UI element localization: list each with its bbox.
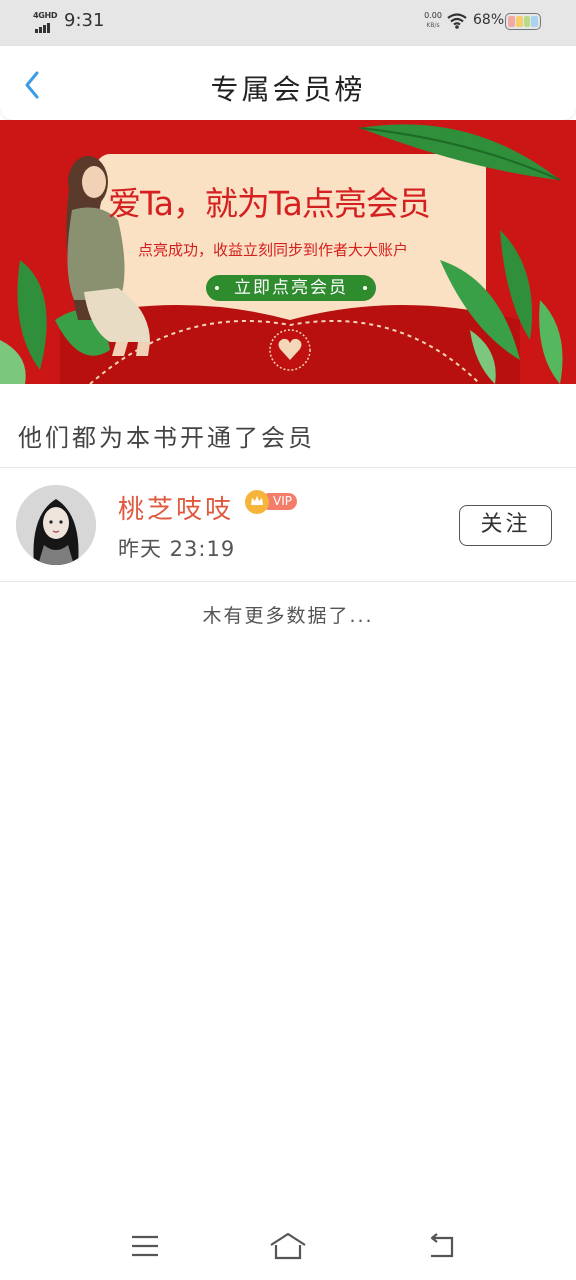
- signal-icon: 4GHD: [33, 11, 59, 33]
- no-more-data-text: 木有更多数据了...: [202, 605, 374, 627]
- member-name[interactable]: 桃芝吱吱: [118, 489, 234, 526]
- wifi-icon: [447, 13, 467, 33]
- page-title: 专属会员榜: [210, 73, 366, 106]
- promo-banner[interactable]: 爱Ta，就为Ta点亮会员 点亮成功，收益立刻同步到作者大大账户 立即点亮会员: [0, 120, 576, 384]
- vip-badge: VIP: [245, 490, 297, 514]
- network-type: 4GHD: [33, 11, 58, 20]
- banner-headline: 爱Ta，就为Ta点亮会员: [108, 184, 431, 223]
- light-up-vip-button[interactable]: 立即点亮会员: [206, 275, 376, 301]
- list-item[interactable]: 桃芝吱吱 VIP 昨天 23:19 关注: [0, 468, 576, 581]
- member-time: 昨天 23:19: [118, 537, 236, 561]
- divider: [0, 581, 576, 582]
- network-speed-value: 0.00: [424, 11, 442, 20]
- menu-icon: [132, 1235, 158, 1257]
- battery-percent: 68%: [473, 12, 505, 28]
- avatar[interactable]: [16, 485, 96, 565]
- menu-button[interactable]: [125, 1228, 165, 1264]
- network-speed: 0.00 KB/s: [420, 11, 446, 31]
- back-icon: [430, 1233, 454, 1258]
- follow-button[interactable]: 关注: [459, 505, 552, 546]
- crown-icon: [245, 490, 269, 514]
- network-speed-unit: KB/s: [426, 22, 440, 29]
- home-button[interactable]: [268, 1228, 308, 1264]
- status-time: 9:31: [64, 10, 105, 31]
- battery-icon: [505, 13, 541, 30]
- section-title: 他们都为本书开通了会员: [18, 424, 315, 452]
- banner-subline: 点亮成功，收益立刻同步到作者大大账户: [138, 241, 409, 259]
- back-nav-button[interactable]: [420, 1228, 460, 1264]
- home-icon: [270, 1232, 306, 1260]
- status-bar: 4GHD 9:31 0.00 KB/s 68%: [0, 0, 576, 46]
- header: 专属会员榜: [0, 46, 576, 120]
